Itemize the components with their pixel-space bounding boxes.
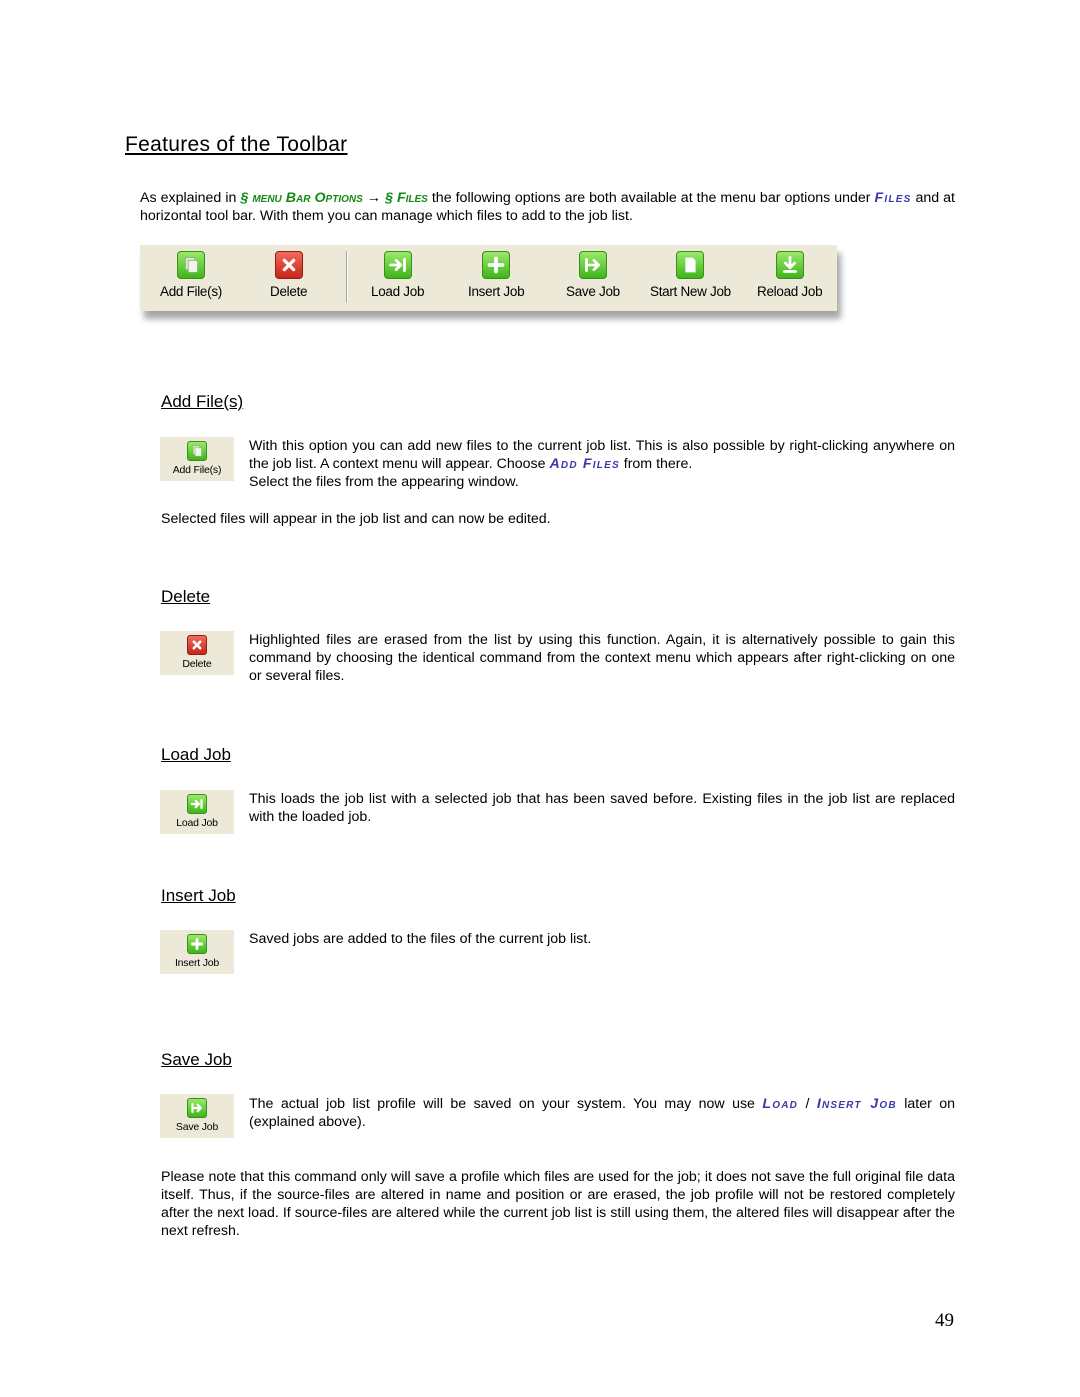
delete-icon [187,635,207,655]
load-job-label: Load Job [176,817,218,829]
save-job-label: Save Job [566,284,620,299]
load-job-button[interactable]: Load Job [371,251,424,299]
desc-text: The actual job list profile will be save… [249,1096,763,1112]
start-new-job-icon [676,251,705,279]
load-job-button-image: Load Job [160,790,234,834]
save-job-label: Save Job [175,1121,219,1133]
save-job-button[interactable]: Save Job [566,251,620,299]
section-title-insert-job: Insert Job [161,886,236,905]
insert-job-description: Saved jobs are added to the files of the… [249,931,592,947]
intro-text: As explained in [140,190,241,206]
load-job-label: Load Job [371,284,425,299]
add-files-label: Add File(s) [172,464,222,476]
page-title: Features of the Toolbar [125,133,348,156]
add-files-icon [176,251,205,279]
insert-job-reference: Insert Job [816,1096,897,1112]
insert-job-button[interactable]: Insert Job [468,251,525,299]
add-files-note: Selected files will appear in the job li… [161,511,551,527]
files-menu-reference: Files [874,190,912,206]
section-title-add-files: Add File(s) [161,392,244,411]
files-reference[interactable]: § Files [385,190,428,206]
delete-label: Delete [270,284,308,299]
arrow-glyph: → [362,190,386,206]
insert-job-label: Insert Job [468,284,525,299]
toolbar: Add File(s) Delete Load Job Insert Job S… [140,245,837,311]
add-files-label: Add File(s) [160,284,222,299]
start-new-job-button[interactable]: Start New Job [650,251,731,299]
save-job-icon [578,251,607,279]
delete-button-image: Delete [160,631,234,675]
desc-text: / [798,1096,817,1112]
delete-description: Highlighted files are erased from the li… [249,632,955,684]
insert-job-button-image: Insert Job [160,930,234,974]
add-files-button-image: Add File(s) [160,437,234,481]
load-job-icon [383,251,412,279]
toolbar-separator [346,251,348,303]
delete-icon [274,251,303,279]
load-job-description: This loads the job list with a selected … [249,791,955,825]
add-files-icon [187,441,207,461]
desc-text: Select the files from the appearing wind… [249,474,519,490]
intro-paragraph: As explained in § menu Bar Options → § F… [140,189,955,225]
insert-job-icon [482,251,511,279]
reload-job-label: Reload Job [757,284,823,299]
page-number: 49 [935,1310,954,1331]
delete-button[interactable]: Delete [270,251,308,299]
intro-text: the following options are both available… [427,190,875,206]
reload-job-icon [775,251,804,279]
section-title-delete: Delete [161,587,211,606]
save-job-note: Please note that this command only will … [161,1169,955,1239]
load-job-icon [187,794,207,814]
add-files-menu-reference: Add Files [549,456,620,472]
insert-job-icon [187,934,207,954]
reload-job-button[interactable]: Reload Job [757,251,823,299]
save-job-description: The actual job list profile will be save… [249,1095,955,1131]
load-reference: Load [762,1096,799,1112]
section-title-save-job: Save Job [161,1050,232,1069]
section-title-load-job: Load Job [161,745,231,764]
save-job-icon [187,1098,207,1118]
insert-job-label: Insert Job [174,957,220,969]
add-files-button[interactable]: Add File(s) [160,251,222,299]
add-files-description: With this option you can add new files t… [249,437,955,491]
desc-text: from there. [619,456,693,472]
menu-bar-options-reference[interactable]: § menu Bar Options [240,190,362,206]
delete-label: Delete [182,658,212,670]
save-job-button-image: Save Job [160,1094,234,1138]
start-new-job-label: Start New Job [650,284,731,299]
